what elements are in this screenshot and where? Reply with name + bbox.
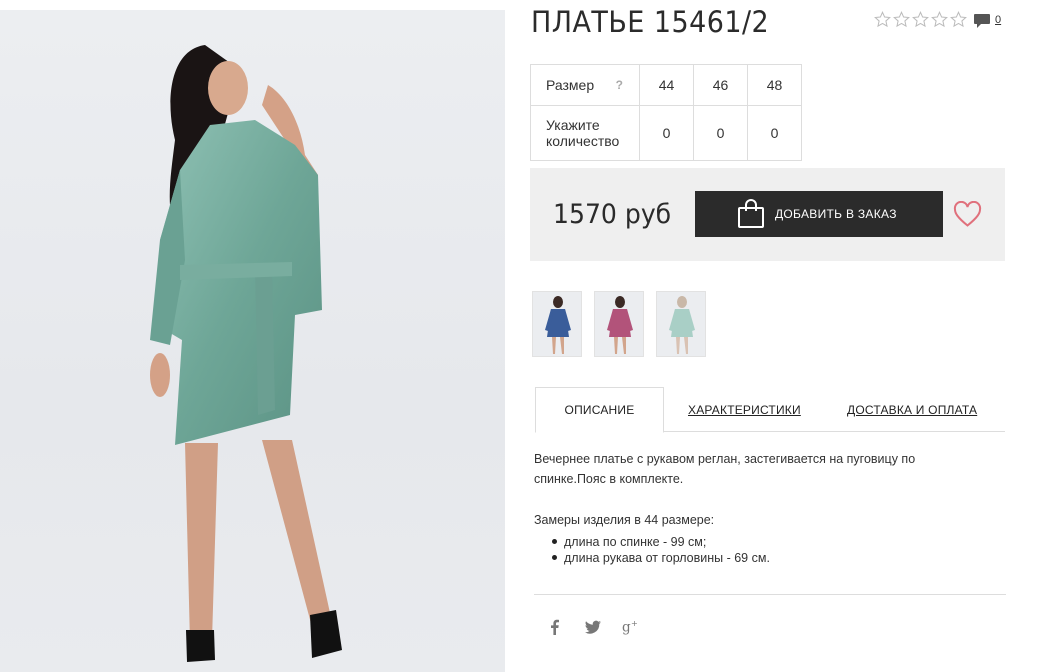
product-description: Вечернее платье с рукавом реглан, застег…	[534, 452, 916, 486]
quantity-label: Укажите количество	[546, 117, 620, 149]
quantity-input[interactable]: 0	[693, 105, 748, 161]
comments-count[interactable]: 0	[995, 14, 1001, 26]
thumb-mint-dress[interactable]	[656, 291, 706, 357]
divider	[534, 594, 1006, 595]
facebook-icon[interactable]	[546, 618, 564, 636]
size-cell: 46	[693, 64, 748, 106]
tab-characteristics[interactable]: ХАРАКТЕРИСТИКИ	[688, 387, 801, 432]
star-icon[interactable]	[874, 11, 891, 28]
thumb-blue-dress[interactable]	[532, 291, 582, 357]
main-product-photo[interactable]	[0, 10, 505, 672]
star-icon[interactable]	[893, 11, 910, 28]
quantity-input[interactable]: 0	[639, 105, 694, 161]
add-to-order-label: ДОБАВИТЬ В ЗАКАЗ	[775, 207, 897, 221]
list-item: длина рукава от горловины - 69 см.	[552, 550, 770, 566]
product-title: ПЛАТЬЕ 15461/2	[531, 5, 770, 39]
quantity-input[interactable]: 0	[747, 105, 802, 161]
thumbnail-gallery	[532, 291, 706, 357]
star-icon[interactable]	[931, 11, 948, 28]
star-icon[interactable]	[950, 11, 967, 28]
thumb-pink-dress[interactable]	[594, 291, 644, 357]
svg-text:g: g	[622, 620, 631, 636]
google-plus-icon[interactable]: g +	[622, 618, 640, 636]
product-tabs: ОПИСАНИЕ ХАРАКТЕРИСТИКИ ДОСТАВКА И ОПЛАТ…	[535, 387, 1005, 433]
measures-title: Замеры изделия в 44 размере:	[534, 513, 715, 527]
measures-list: длина по спинке - 99 см; длина рукава от…	[552, 534, 770, 566]
price: 1570 руб	[553, 199, 672, 230]
tab-delivery-payment[interactable]: ДОСТАВКА И ОПЛАТА	[847, 387, 977, 432]
purchase-box: 1570 руб ДОБАВИТЬ В ЗАКАЗ	[530, 168, 1005, 261]
comments-link[interactable]: 0	[973, 13, 1001, 29]
svg-text:+: +	[631, 618, 638, 628]
list-item: длина по спинке - 99 см;	[552, 534, 770, 550]
shopping-bag-icon	[738, 199, 764, 228]
star-icon[interactable]	[912, 11, 929, 28]
add-to-order-button[interactable]: ДОБАВИТЬ В ЗАКАЗ	[695, 191, 943, 237]
tab-description[interactable]: ОПИСАНИЕ	[535, 387, 664, 433]
wishlist-heart-icon[interactable]	[953, 201, 982, 228]
comment-icon	[974, 14, 990, 28]
size-cell: 44	[639, 64, 694, 106]
size-cell: 48	[747, 64, 802, 106]
size-help-icon[interactable]: ?	[616, 78, 623, 92]
social-share: g +	[546, 618, 640, 636]
twitter-icon[interactable]	[584, 618, 602, 636]
size-table: Размер ? 44 46 48 Укажите количество 0 0…	[530, 64, 802, 161]
rating-stars[interactable]	[874, 11, 967, 28]
size-label: Размер	[546, 77, 595, 93]
